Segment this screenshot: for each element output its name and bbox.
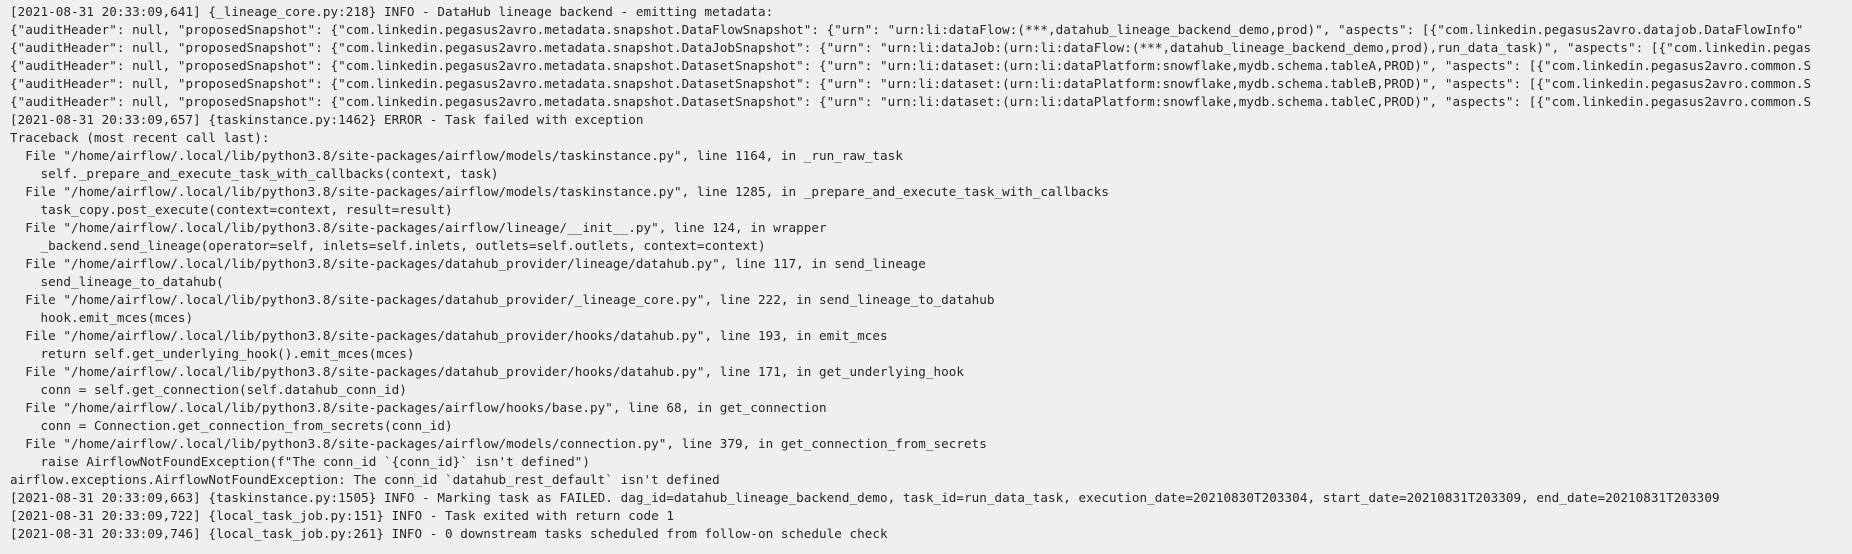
log-line: [2021-08-31 20:33:09,722] {local_task_jo…: [10, 508, 674, 523]
log-line: {"auditHeader": null, "proposedSnapshot"…: [10, 22, 1804, 37]
traceback-frame: File "/home/airflow/.local/lib/python3.8…: [10, 184, 1110, 199]
traceback-frame: File "/home/airflow/.local/lib/python3.8…: [10, 256, 926, 271]
traceback-code: send_lineage_to_datahub(: [10, 274, 224, 289]
log-line: {"auditHeader": null, "proposedSnapshot"…: [10, 76, 1812, 91]
traceback-code: hook.emit_mces(mces): [10, 310, 194, 325]
traceback-frame: File "/home/airflow/.local/lib/python3.8…: [10, 400, 827, 415]
traceback-code: conn = self.get_connection(self.datahub_…: [10, 382, 407, 397]
traceback-code: return self.get_underlying_hook().emit_m…: [10, 346, 415, 361]
traceback-code: self._prepare_and_execute_task_with_call…: [10, 166, 499, 181]
log-line: [2021-08-31 20:33:09,641] {_lineage_core…: [10, 4, 774, 19]
log-line: [2021-08-31 20:33:09,663] {taskinstance.…: [10, 490, 1720, 505]
traceback-code: conn = Connection.get_connection_from_se…: [10, 418, 453, 433]
log-line: {"auditHeader": null, "proposedSnapshot"…: [10, 94, 1812, 109]
traceback-frame: File "/home/airflow/.local/lib/python3.8…: [10, 148, 903, 163]
log-line: [2021-08-31 20:33:09,746] {local_task_jo…: [10, 526, 888, 541]
log-lines: [2021-08-31 20:33:09,641] {_lineage_core…: [10, 3, 1852, 543]
log-line: {"auditHeader": null, "proposedSnapshot"…: [10, 40, 1812, 55]
traceback-code: _backend.send_lineage(operator=self, inl…: [10, 238, 766, 253]
exception-message: airflow.exceptions.AirflowNotFoundExcept…: [10, 472, 720, 487]
log-output-panel: [2021-08-31 20:33:09,641] {_lineage_core…: [0, 0, 1852, 554]
traceback-frame: File "/home/airflow/.local/lib/python3.8…: [10, 436, 987, 451]
traceback-frame: File "/home/airflow/.local/lib/python3.8…: [10, 328, 888, 343]
traceback-frame: File "/home/airflow/.local/lib/python3.8…: [10, 364, 965, 379]
traceback-header: Traceback (most recent call last):: [10, 130, 270, 145]
traceback-frame: File "/home/airflow/.local/lib/python3.8…: [10, 220, 827, 235]
log-line-error: [2021-08-31 20:33:09,657] {taskinstance.…: [10, 112, 644, 127]
traceback-frame: File "/home/airflow/.local/lib/python3.8…: [10, 292, 995, 307]
log-line: {"auditHeader": null, "proposedSnapshot"…: [10, 58, 1812, 73]
traceback-code: raise AirflowNotFoundException(f"The con…: [10, 454, 591, 469]
traceback-code: task_copy.post_execute(context=context, …: [10, 202, 453, 217]
